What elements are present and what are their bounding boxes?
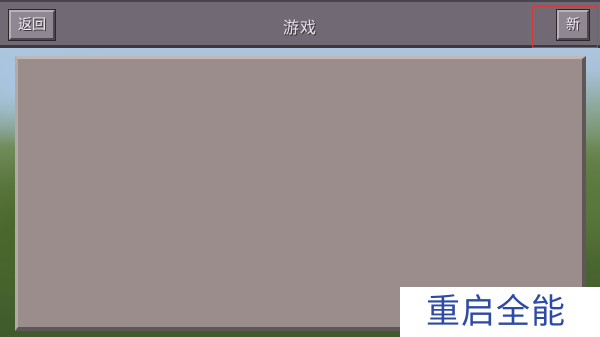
new-world-button[interactable]: 新: [556, 9, 590, 41]
top-bar: 返回 游戏 新: [0, 0, 600, 48]
page-title: 游戏: [282, 18, 317, 37]
watermark-logo: 重启全能: [400, 287, 600, 337]
watermark-text: 重启全能: [426, 292, 566, 332]
screen: 返回 游戏 新 重启全能: [0, 0, 600, 337]
